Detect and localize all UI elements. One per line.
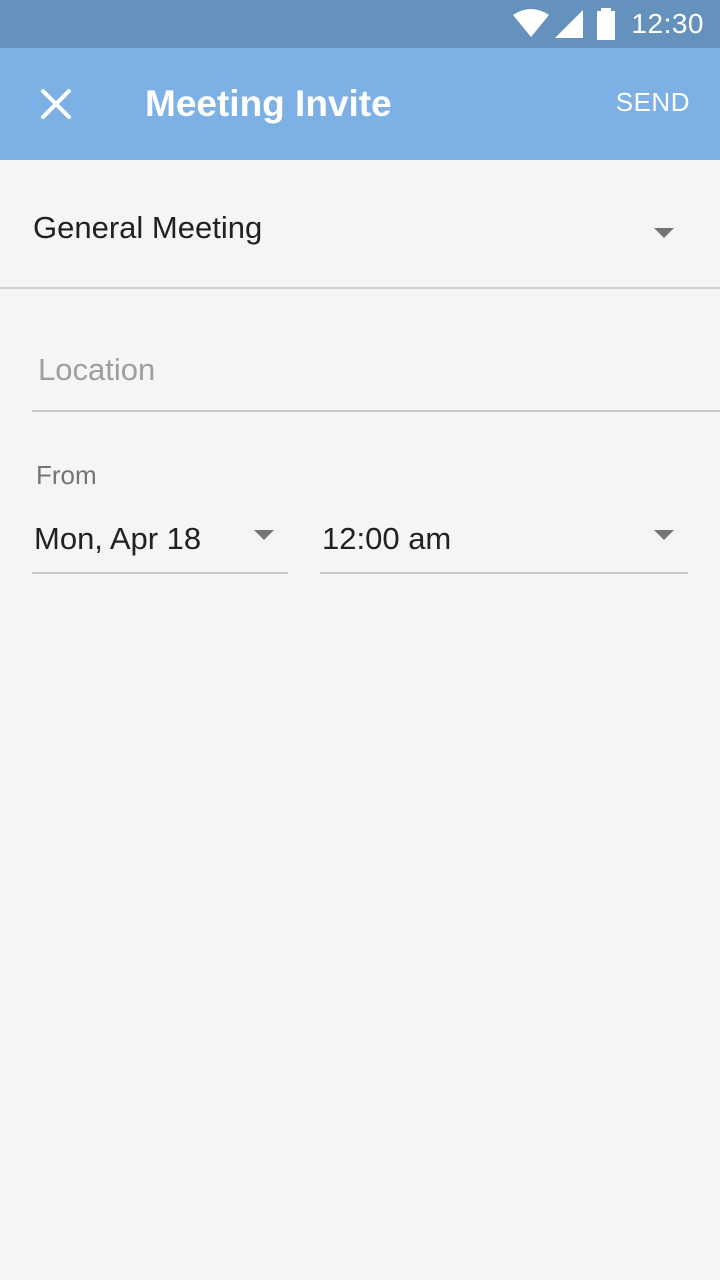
app-bar: Meeting Invite SEND bbox=[0, 48, 720, 160]
battery-icon bbox=[597, 8, 616, 40]
from-label: From bbox=[36, 460, 97, 490]
status-icons: 12:30 bbox=[513, 0, 704, 48]
dropdown-arrow-icon bbox=[654, 228, 674, 238]
from-date-value: Mon, Apr 18 bbox=[34, 521, 202, 556]
page-title: Meeting Invite bbox=[145, 83, 392, 124]
status-time: 12:30 bbox=[631, 8, 704, 39]
from-time-dropdown[interactable]: 12:00 am bbox=[320, 505, 688, 574]
dropdown-arrow-icon bbox=[254, 530, 274, 540]
meeting-type-value: General Meeting bbox=[33, 210, 263, 245]
send-button[interactable]: SEND bbox=[616, 84, 690, 120]
from-date-dropdown[interactable]: Mon, Apr 18 bbox=[32, 505, 288, 574]
close-button[interactable] bbox=[24, 72, 88, 136]
meeting-type-dropdown[interactable]: General Meeting bbox=[0, 160, 720, 289]
from-time-value: 12:00 am bbox=[322, 521, 452, 556]
status-bar: 12:30 bbox=[0, 0, 720, 48]
cell-signal-icon bbox=[555, 10, 584, 38]
dropdown-arrow-icon bbox=[654, 530, 674, 540]
close-icon bbox=[41, 89, 71, 119]
location-input[interactable] bbox=[32, 330, 720, 412]
wifi-icon bbox=[513, 9, 550, 37]
